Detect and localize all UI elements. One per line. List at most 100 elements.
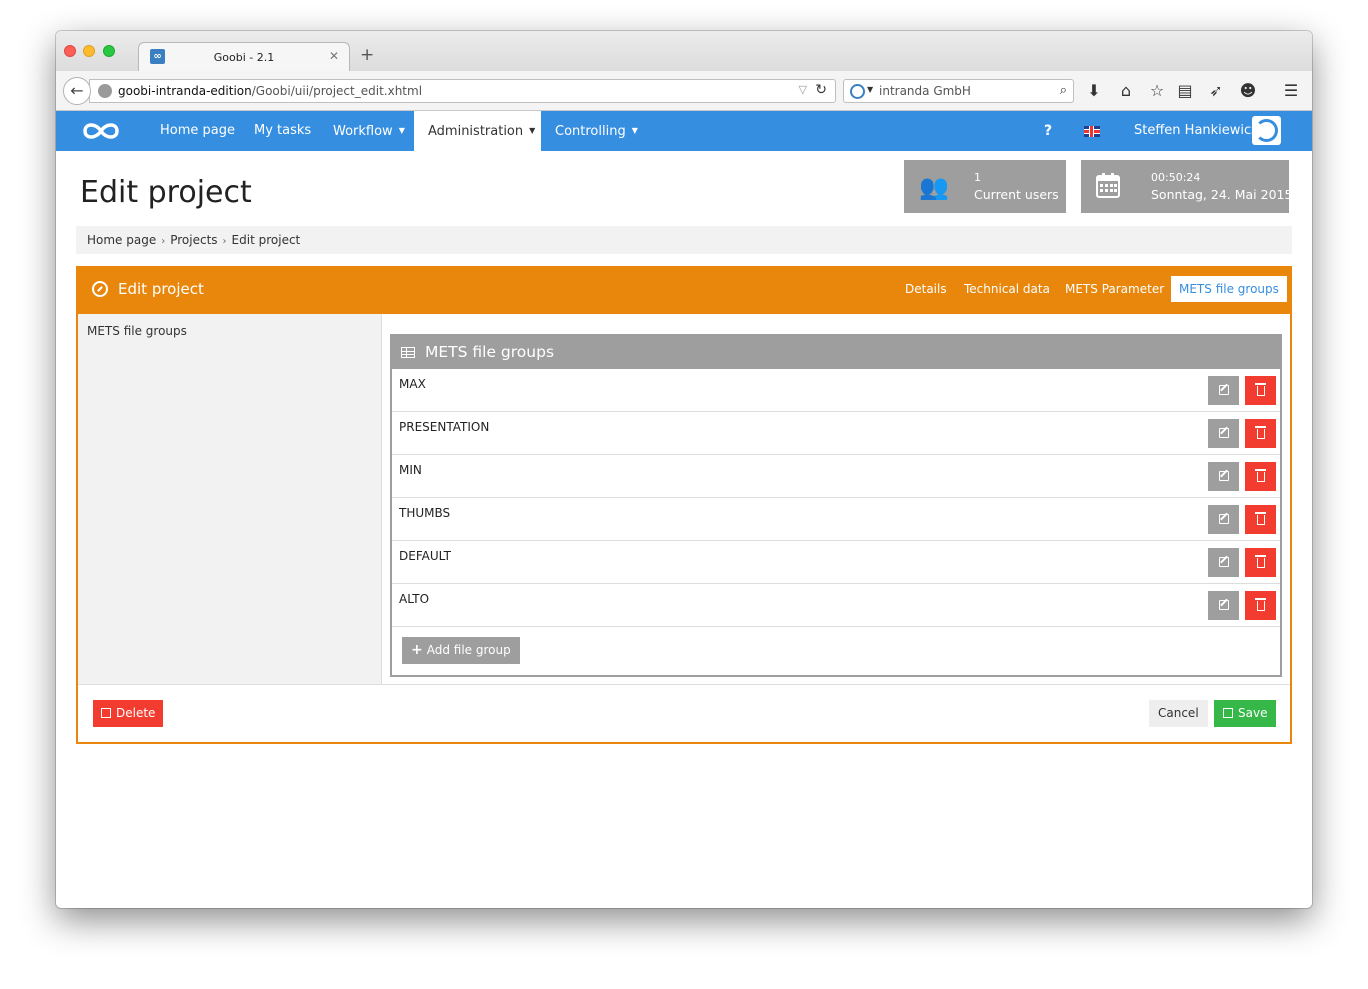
search-engine-dropdown-icon[interactable]: ▼ bbox=[867, 85, 873, 94]
file-groups-box: METS file groups MAX PRESENTATION MIN TH… bbox=[390, 334, 1282, 677]
current-users-label: Current users bbox=[974, 187, 1059, 202]
home-icon[interactable]: ⌂ bbox=[1116, 81, 1136, 101]
file-group-name: THUMBS bbox=[399, 506, 451, 520]
nav-administration[interactable]: Administration ▼ bbox=[414, 111, 541, 151]
send-icon[interactable]: ➶ bbox=[1206, 81, 1226, 101]
close-window-button[interactable] bbox=[64, 45, 76, 57]
nav-my-tasks-label: My tasks bbox=[254, 123, 312, 138]
search-bar[interactable]: ▼ intranda GmbH ⌕ bbox=[843, 79, 1074, 103]
chat-icon[interactable]: ☻ bbox=[1238, 81, 1258, 101]
minimize-window-button[interactable] bbox=[83, 45, 95, 57]
nav-controlling[interactable]: Controlling ▼ bbox=[541, 111, 652, 151]
chevron-down-icon: ▼ bbox=[631, 126, 638, 135]
user-name[interactable]: Steffen Hankiewicz bbox=[1134, 111, 1258, 151]
browser-tab[interactable]: ∞ Goobi - 2.1 ✕ bbox=[138, 42, 350, 72]
nav-my-tasks[interactable]: My tasks bbox=[240, 111, 325, 151]
nav-home-page-label: Home page bbox=[160, 123, 235, 138]
calendar-icon bbox=[1096, 173, 1120, 198]
edit-button[interactable] bbox=[1208, 419, 1239, 448]
new-tab-icon[interactable]: + bbox=[360, 47, 374, 64]
breadcrumb-projects[interactable]: Projects bbox=[170, 233, 217, 247]
date-time-widget: 00:50:24 Sonntag, 24. Mai 2015 bbox=[1081, 160, 1293, 213]
file-group-name: DEFAULT bbox=[399, 549, 451, 563]
intranda-search-engine-icon[interactable] bbox=[850, 84, 865, 99]
chevron-down-icon: ▼ bbox=[529, 126, 536, 135]
edit-button[interactable] bbox=[1208, 462, 1239, 491]
edit-button[interactable] bbox=[1208, 505, 1239, 534]
table-row: MAX bbox=[392, 369, 1280, 412]
file-groups-header: METS file groups bbox=[392, 336, 1280, 369]
table-row: THUMBS bbox=[392, 498, 1280, 541]
panel-header: Edit project Details Technical data METS… bbox=[78, 268, 1290, 314]
search-icon[interactable]: ⌕ bbox=[1060, 83, 1067, 98]
delete-row-button[interactable] bbox=[1245, 419, 1276, 448]
edit-button[interactable] bbox=[1208, 591, 1239, 620]
nav-workflow[interactable]: Workflow ▼ bbox=[319, 111, 419, 151]
edit-icon bbox=[1218, 471, 1229, 481]
url-path: /Goobi/uii/project_edit.xhtml bbox=[251, 84, 423, 98]
main-navbar: Home page My tasks Workflow ▼ Administrat… bbox=[56, 111, 1312, 151]
delete-row-button[interactable] bbox=[1245, 376, 1276, 405]
url-history-dropdown-icon[interactable]: ▽ bbox=[799, 83, 807, 96]
breadcrumb-home[interactable]: Home page bbox=[87, 233, 156, 247]
back-button[interactable]: ← bbox=[63, 77, 91, 105]
file-group-name: MIN bbox=[399, 463, 422, 477]
add-file-group-button[interactable]: + Add file group bbox=[402, 637, 520, 664]
trash-icon bbox=[1254, 598, 1266, 611]
edit-icon bbox=[1218, 600, 1229, 610]
download-icon[interactable]: ⬇ bbox=[1084, 81, 1104, 101]
goobi-logo-icon[interactable] bbox=[80, 119, 122, 143]
breadcrumb-separator-icon: › bbox=[161, 236, 166, 247]
bookmark-star-icon[interactable]: ☆ bbox=[1147, 81, 1167, 101]
users-icon: 👥 bbox=[919, 173, 949, 201]
delete-label: Delete bbox=[116, 706, 156, 720]
delete-row-button[interactable] bbox=[1245, 462, 1276, 491]
nav-controlling-label: Controlling bbox=[555, 124, 626, 139]
url-host: goobi-intranda-edition bbox=[118, 84, 252, 98]
trash-icon bbox=[1254, 383, 1266, 396]
current-users-widget: 👥 1 Current users bbox=[904, 160, 1066, 213]
delete-row-button[interactable] bbox=[1245, 591, 1276, 620]
browser-tabbar: ∞ Goobi - 2.1 ✕ + bbox=[56, 31, 1312, 72]
reading-list-icon[interactable]: ▤ bbox=[1175, 81, 1195, 101]
user-avatar[interactable] bbox=[1252, 116, 1281, 145]
delete-project-button[interactable]: Delete bbox=[93, 700, 164, 727]
tab-technical-data[interactable]: Technical data bbox=[956, 276, 1058, 302]
delete-row-button[interactable] bbox=[1245, 505, 1276, 534]
edit-project-panel: Edit project Details Technical data METS… bbox=[76, 266, 1292, 744]
nav-home-page[interactable]: Home page bbox=[146, 111, 249, 151]
table-row: DEFAULT bbox=[392, 541, 1280, 584]
file-group-name: ALTO bbox=[399, 592, 430, 606]
zoom-window-button[interactable] bbox=[103, 45, 115, 57]
search-engine-name: intranda GmbH bbox=[879, 84, 971, 98]
side-label: METS file groups bbox=[87, 324, 187, 338]
menu-icon[interactable]: ☰ bbox=[1281, 81, 1301, 101]
table-row: MIN bbox=[392, 455, 1280, 498]
cancel-button[interactable]: Cancel bbox=[1149, 700, 1208, 727]
trash-icon bbox=[1254, 555, 1266, 568]
help-icon[interactable]: ? bbox=[1044, 111, 1052, 151]
edit-button[interactable] bbox=[1208, 376, 1239, 405]
current-users-count: 1 bbox=[974, 171, 981, 184]
reload-icon[interactable]: ↻ bbox=[815, 82, 827, 98]
trash-icon bbox=[1254, 512, 1266, 525]
close-tab-icon[interactable]: ✕ bbox=[329, 49, 339, 63]
address-bar[interactable]: goobi-intranda-edition/Goobi/uii/project… bbox=[89, 79, 836, 103]
trash-icon bbox=[1254, 426, 1266, 439]
delete-row-button[interactable] bbox=[1245, 548, 1276, 577]
floppy-icon bbox=[101, 708, 111, 718]
save-label: Save bbox=[1238, 706, 1268, 720]
uk-flag-icon[interactable] bbox=[1084, 126, 1100, 137]
edit-button[interactable] bbox=[1208, 548, 1239, 577]
browser-window: ∞ Goobi - 2.1 ✕ + goobi-intranda-edition… bbox=[56, 31, 1312, 908]
nav-administration-label: Administration bbox=[428, 124, 524, 139]
edit-icon bbox=[1218, 557, 1229, 567]
edit-icon bbox=[1218, 514, 1229, 524]
save-button[interactable]: Save bbox=[1214, 700, 1277, 727]
current-date: Sonntag, 24. Mai 2015 bbox=[1151, 187, 1293, 202]
trash-icon bbox=[1254, 469, 1266, 482]
tab-details[interactable]: Details bbox=[897, 276, 955, 302]
nav-workflow-label: Workflow bbox=[333, 124, 393, 139]
tab-mets-parameter[interactable]: METS Parameter bbox=[1057, 276, 1172, 302]
tab-mets-file-groups[interactable]: METS file groups bbox=[1171, 276, 1287, 302]
